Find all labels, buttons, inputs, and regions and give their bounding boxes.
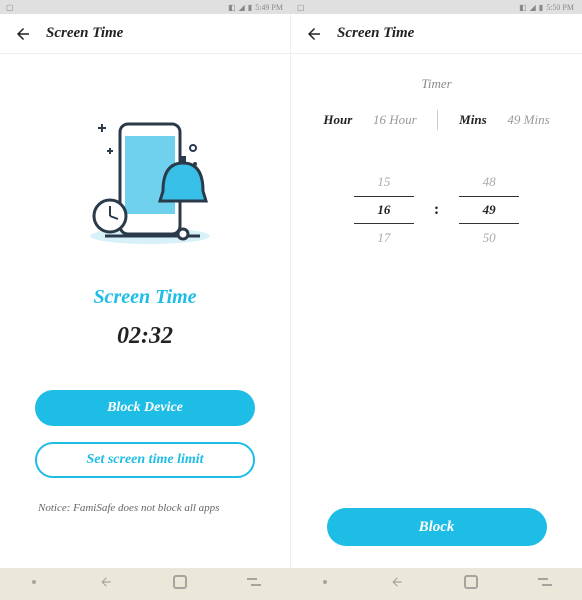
timer-tabs: Hour 16 Hour Mins 49 Mins: [309, 102, 564, 138]
nav-back-icon[interactable]: [388, 575, 406, 594]
notice-text: Notice: FamiSafe does not block all apps: [18, 502, 219, 514]
tab-hour[interactable]: Hour: [323, 112, 352, 128]
tab-mins[interactable]: Mins: [459, 112, 486, 128]
image-icon: ▢: [297, 3, 305, 12]
status-time: 5:49 PM: [255, 3, 283, 12]
set-limit-button[interactable]: Set screen time limit: [35, 442, 255, 478]
screentime-label: Screen Time: [93, 286, 196, 309]
block-button[interactable]: Block: [327, 508, 547, 546]
hour-next[interactable]: 17: [377, 224, 390, 252]
min-prev[interactable]: 48: [483, 168, 496, 196]
timer-label: Timer: [421, 76, 451, 92]
nav-bar-right: [291, 568, 582, 600]
time-picker[interactable]: 15 16 17 : 48 49 50: [354, 168, 519, 252]
screen-left: Screen Time: [0, 14, 291, 568]
nav-recent-icon[interactable]: [536, 575, 554, 594]
hour-selected[interactable]: 16: [354, 196, 414, 224]
status-bar-right: ▢ ◧ ◢ ▮ 5:50 PM: [291, 0, 582, 14]
app-header: Screen Time: [291, 14, 582, 54]
nav-home-icon[interactable]: [463, 574, 479, 595]
page-title: Screen Time: [46, 25, 123, 42]
nav-recent-icon[interactable]: [245, 575, 263, 594]
hour-prev[interactable]: 15: [377, 168, 390, 196]
app-header: Screen Time: [0, 14, 290, 54]
nav-bar-left: [0, 568, 291, 600]
back-icon[interactable]: [305, 25, 323, 43]
notif-icon: ◧: [228, 3, 236, 12]
signal-icon: ◢: [239, 3, 245, 12]
signal-icon: ◢: [530, 3, 536, 12]
screen-right: Screen Time Timer Hour 16 Hour Mins 49 M…: [291, 14, 582, 568]
status-time: 5:50 PM: [546, 3, 574, 12]
hour-picker[interactable]: 15 16 17: [354, 168, 414, 252]
tab-separator: [437, 110, 438, 130]
battery-icon: ▮: [539, 3, 543, 12]
block-device-button[interactable]: Block Device: [35, 390, 255, 426]
minute-picker[interactable]: 48 49 50: [459, 168, 519, 252]
nav-dot-icon[interactable]: [319, 575, 331, 593]
nav-bars: [0, 568, 582, 600]
status-bars: ▢ ◧ ◢ ▮ 5:49 PM ▢ ◧ ◢ ▮ 5:50 PM: [0, 0, 582, 14]
tab-mins-value: 49 Mins: [507, 112, 549, 128]
min-next[interactable]: 50: [483, 224, 496, 252]
tab-hour-value: 16 Hour: [373, 112, 417, 128]
nav-home-icon[interactable]: [172, 574, 188, 595]
back-icon[interactable]: [14, 25, 32, 43]
screentime-value: 02:32: [117, 323, 173, 350]
nav-back-icon[interactable]: [97, 575, 115, 594]
status-bar-left: ▢ ◧ ◢ ▮ 5:49 PM: [0, 0, 291, 14]
time-colon: :: [434, 201, 439, 219]
battery-icon: ▮: [248, 3, 252, 12]
nav-dot-icon[interactable]: [28, 575, 40, 593]
screentime-illustration: [65, 106, 225, 256]
notif-icon: ◧: [519, 3, 527, 12]
image-icon: ▢: [6, 3, 14, 12]
min-selected[interactable]: 49: [459, 196, 519, 224]
page-title: Screen Time: [337, 25, 414, 42]
